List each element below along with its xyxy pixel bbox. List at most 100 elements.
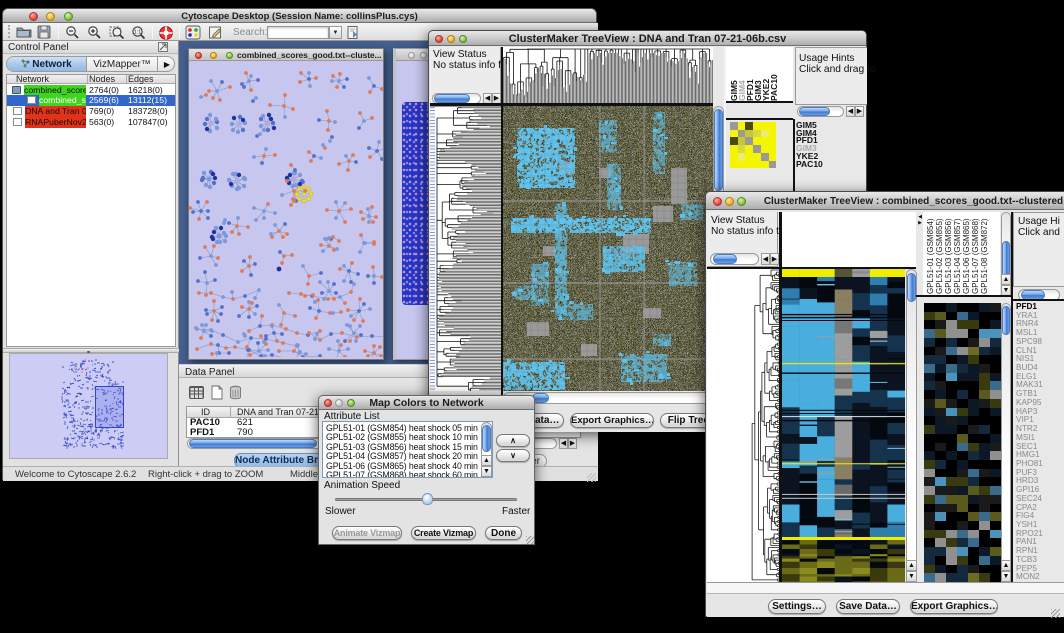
data-panel-scrollbar-left-arrow[interactable]: ◀ xyxy=(559,438,568,449)
treeview2-heatmap-vscrollbar[interactable] xyxy=(906,269,917,582)
network-window-1-minimize-button[interactable] xyxy=(210,52,217,59)
network-overview-panel[interactable] xyxy=(9,353,168,459)
col-header-nodes[interactable]: Nodes xyxy=(89,74,115,84)
window-resize-grip[interactable] xyxy=(587,473,596,482)
move-down-button[interactable]: ∨ xyxy=(496,449,530,462)
treeview1-hints-scrollbar-thumb[interactable] xyxy=(799,107,830,116)
treeview2-status-scrollbar-right-arrow[interactable]: ▶ xyxy=(770,253,779,265)
tv2-zoom-cell xyxy=(968,538,979,547)
network-window-1[interactable]: combined_scores_good.txt--cluste... xyxy=(188,48,384,360)
network-nodes: 2569(6) xyxy=(89,95,119,106)
window-resize-grip[interactable] xyxy=(1051,609,1060,618)
attr-id-cell[interactable]: PFD1 xyxy=(190,428,214,438)
treeview1-status-scrollbar-thumb[interactable] xyxy=(434,94,470,103)
network-window-1-canvas[interactable] xyxy=(189,61,383,359)
treeview1-titlebar[interactable]: ClusterMaker TreeView : DNA and Tran 07-… xyxy=(429,31,866,46)
network-window-1-titlebar[interactable]: combined_scores_good.txt--cluste... xyxy=(189,49,383,61)
network-window-2-close-button[interactable] xyxy=(408,52,415,59)
treeview2-zoom-vscrollbar-down-arrow[interactable]: ▼ xyxy=(1001,571,1011,582)
overview-viewport-rect[interactable] xyxy=(95,386,124,428)
export-graphics-button[interactable]: Export Graphics… xyxy=(910,599,998,614)
attribute-list[interactable]: GPL51-01 (GSM854) heat shock 05 minGPL51… xyxy=(322,421,493,478)
treeview1-gene-dendrogram[interactable] xyxy=(435,107,501,391)
treeview2-zoom-heatmap[interactable] xyxy=(924,303,1001,582)
new-attribute-icon[interactable] xyxy=(209,385,224,400)
animate-vizmap-button[interactable]: Animate Vizmap xyxy=(332,526,402,540)
tab-network[interactable]: Network xyxy=(7,57,87,72)
save-data-button[interactable]: Save Data… xyxy=(836,599,900,614)
network-window-1-close-button[interactable] xyxy=(195,52,202,59)
treeview2-zoom-vscrollbar-up-arrow[interactable]: ▲ xyxy=(1001,560,1011,571)
treeview2-zoom-button[interactable] xyxy=(737,197,746,206)
treeview2-heatmap-vscrollbar-up-arrow[interactable]: ▲ xyxy=(906,560,917,571)
treeview2-status-scrollbar[interactable] xyxy=(710,253,759,265)
create-vizmap-button[interactable]: Create Vizmap xyxy=(411,526,476,540)
dialog-resize-grip[interactable] xyxy=(526,536,534,544)
attribute-list-item[interactable]: GPL51-07 (GSM868) heat shock 60 min xyxy=(326,470,478,478)
delete-attribute-icon[interactable] xyxy=(228,385,243,400)
annotation-icon[interactable] xyxy=(208,25,224,40)
tab-vizmapper[interactable]: VizMapper™ xyxy=(87,57,157,72)
cytoscape-titlebar[interactable]: Cytoscape Desktop (Session Name: collins… xyxy=(3,9,596,23)
search-input[interactable] xyxy=(267,26,329,39)
move-up-button[interactable]: ∧ xyxy=(496,434,530,447)
treeview2-gene-dendrogram[interactable] xyxy=(707,269,780,582)
zoom-selected-icon[interactable] xyxy=(109,25,125,40)
search-dropdown-button[interactable]: ▼ xyxy=(329,26,342,39)
treeview1-hints-scrollbar-left-arrow[interactable]: ◀ xyxy=(846,106,855,117)
tv2-zoom-cell xyxy=(990,434,1001,443)
network-table-row[interactable]: combined_scores_2764(0)16218(0) xyxy=(7,85,175,96)
network-table-row[interactable]: combined_sco2569(6)13112(15) xyxy=(7,95,175,106)
attribute-list-scrollbar-thumb[interactable] xyxy=(482,425,491,452)
network-window-2-minimize-button[interactable] xyxy=(420,52,427,59)
float-panel-icon[interactable] xyxy=(158,42,168,52)
treeview2-zoom-vscrollbar[interactable] xyxy=(1001,303,1011,582)
zoom-in-icon[interactable] xyxy=(87,25,102,40)
treeview2-heatmap-vscrollbar-down-arrow[interactable]: ▼ xyxy=(906,571,917,582)
treeview1-heatmap[interactable] xyxy=(503,106,713,391)
treeview1-zoom-heatmap[interactable] xyxy=(730,122,776,168)
import-icon[interactable] xyxy=(346,25,361,40)
data-panel-scrollbar-right-arrow[interactable]: ▶ xyxy=(568,438,577,449)
network-overview-icon[interactable] xyxy=(158,25,174,41)
attr-col-id[interactable]: ID xyxy=(201,407,210,417)
treeview2-zoom-vscrollbar-thumb[interactable] xyxy=(1002,306,1010,335)
treeview1-array-dendrogram[interactable] xyxy=(503,47,713,103)
treeview2-labels-vscrollbar-up-arrow[interactable]: ▲ xyxy=(1001,274,1011,285)
vizmapper-icon[interactable] xyxy=(185,25,201,40)
network-table-row[interactable]: DNA and Tran 07769(0)183728(0) xyxy=(7,106,175,117)
treeview2-heatmap[interactable] xyxy=(782,269,905,582)
data-panel-scrollbar-thumb[interactable] xyxy=(189,439,317,448)
network-table-row[interactable]: RNAPuberNov2+N563(0)107847(0) xyxy=(7,117,175,128)
table-mode-icon[interactable] xyxy=(188,385,205,400)
network-window-1-zoom-button[interactable] xyxy=(226,52,233,59)
tv2-zoom-cell xyxy=(924,565,935,574)
treeview2-status-scrollbar-left-arrow[interactable]: ◀ xyxy=(761,253,770,265)
attribute-list-scrollbar-up-arrow[interactable]: ▲ xyxy=(481,455,492,466)
map-colors-dialog: Map Colors to NetworkAttribute ListGPL51… xyxy=(318,395,535,545)
col-header-edges[interactable]: Edges xyxy=(128,74,154,84)
treeview1-hints-scrollbar-right-arrow[interactable]: ▶ xyxy=(855,106,864,117)
export-graphics-button[interactable]: Export Graphics… xyxy=(570,413,654,428)
toolbar-drag-handle[interactable] xyxy=(8,25,11,38)
treeview2-labels-vscrollbar-thumb[interactable] xyxy=(1002,241,1010,277)
treeview1-heatmap-vscrollbar-thumb[interactable] xyxy=(714,109,723,191)
attribute-list-scrollbar-down-arrow[interactable]: ▼ xyxy=(481,466,492,477)
treeview2-titlebar[interactable]: ClusterMaker TreeView : combined_scores_… xyxy=(706,192,1064,210)
open-folder-icon[interactable] xyxy=(16,25,32,39)
treeview2-status-scrollbar-thumb[interactable] xyxy=(713,254,737,264)
treeview1-hints-scrollbar[interactable] xyxy=(797,106,844,117)
col-header-network[interactable]: Network xyxy=(16,74,49,84)
attr-value-cell[interactable]: 790 xyxy=(237,428,253,438)
zoom-actual-size-icon[interactable]: 1:1 xyxy=(131,25,146,40)
save-icon[interactable] xyxy=(37,25,51,39)
treeview2-minimize-button[interactable] xyxy=(725,197,734,206)
treeview2-heatmap-vscrollbar-thumb[interactable] xyxy=(907,273,916,302)
map-dialog-titlebar[interactable]: Map Colors to Network xyxy=(319,396,534,410)
zoom-out-icon[interactable] xyxy=(65,25,80,40)
tab-overflow-button[interactable]: ▶ xyxy=(157,57,175,72)
treeview2-close-button[interactable] xyxy=(713,197,722,206)
done-button[interactable]: Done xyxy=(485,526,522,540)
settings-button[interactable]: Settings… xyxy=(768,599,826,614)
speed-slider-thumb[interactable] xyxy=(422,493,433,505)
